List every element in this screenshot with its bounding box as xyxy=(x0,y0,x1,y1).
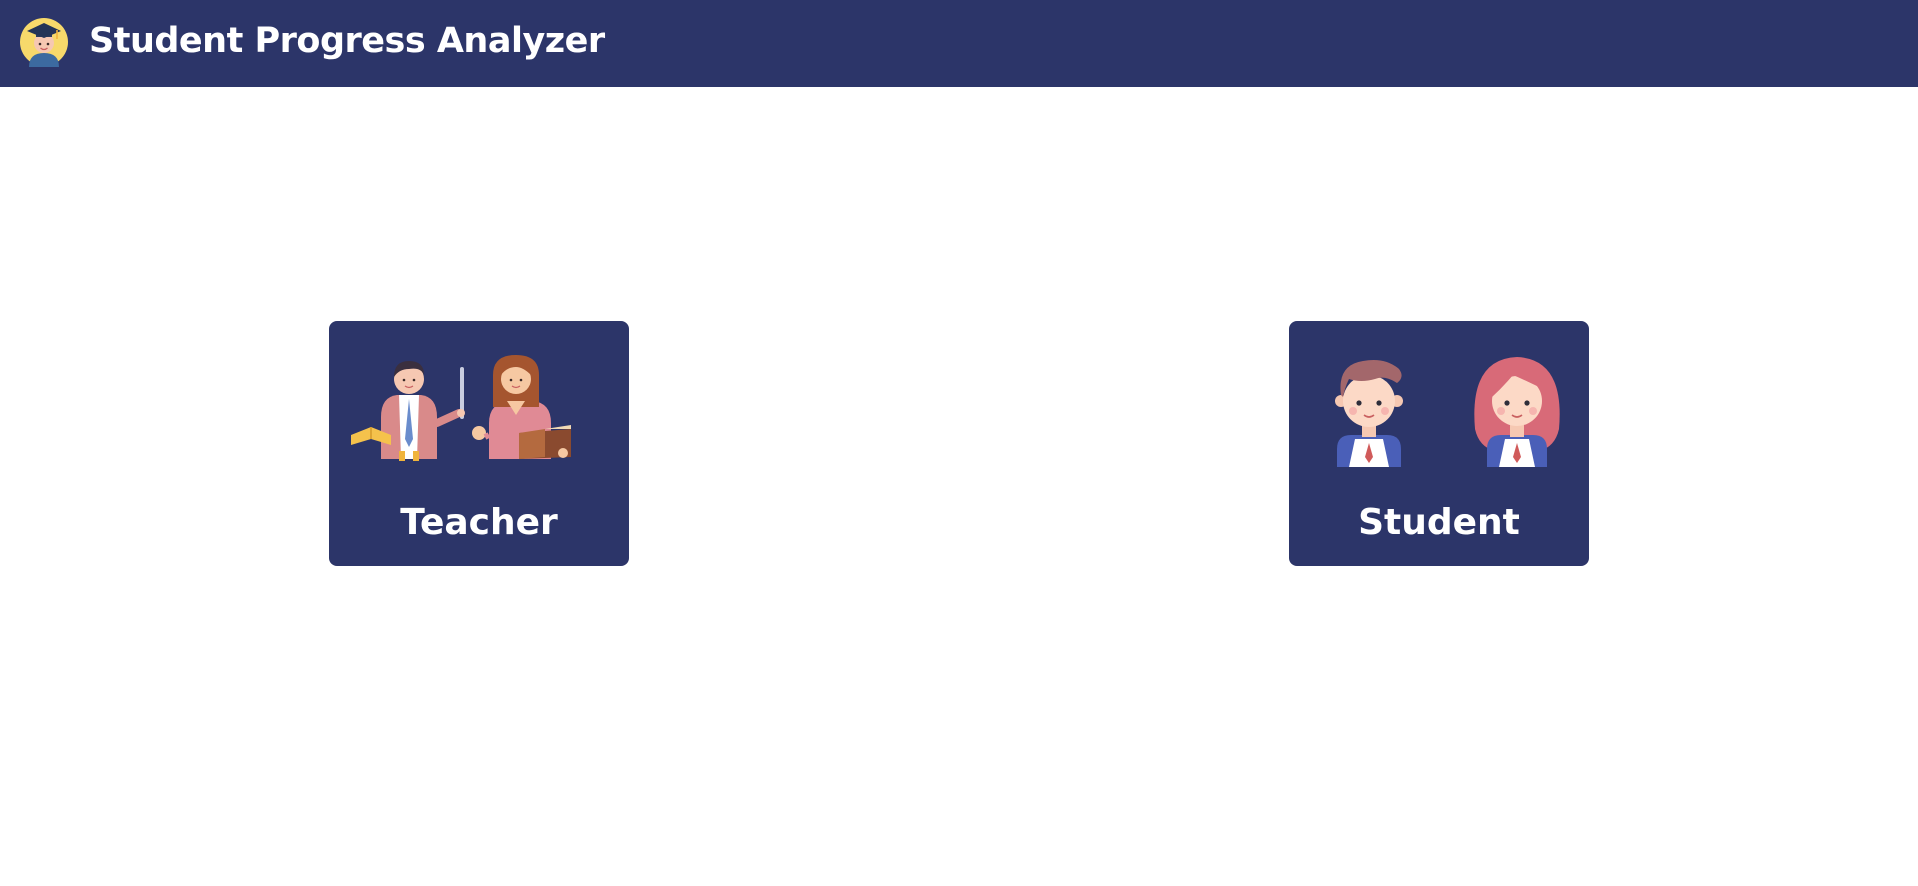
app-header: Student Progress Analyzer xyxy=(0,0,1918,87)
graduate-avatar-icon xyxy=(20,18,68,67)
teacher-role-label: Teacher xyxy=(400,502,558,543)
teachers-illustration-icon xyxy=(351,355,571,461)
teacher-role-card[interactable]: Teacher xyxy=(329,321,629,566)
student-role-label: Student xyxy=(1358,502,1520,543)
student-role-card[interactable]: Student xyxy=(1289,321,1589,566)
students-illustration-icon xyxy=(1335,357,1560,467)
app-title: Student Progress Analyzer xyxy=(89,21,605,61)
